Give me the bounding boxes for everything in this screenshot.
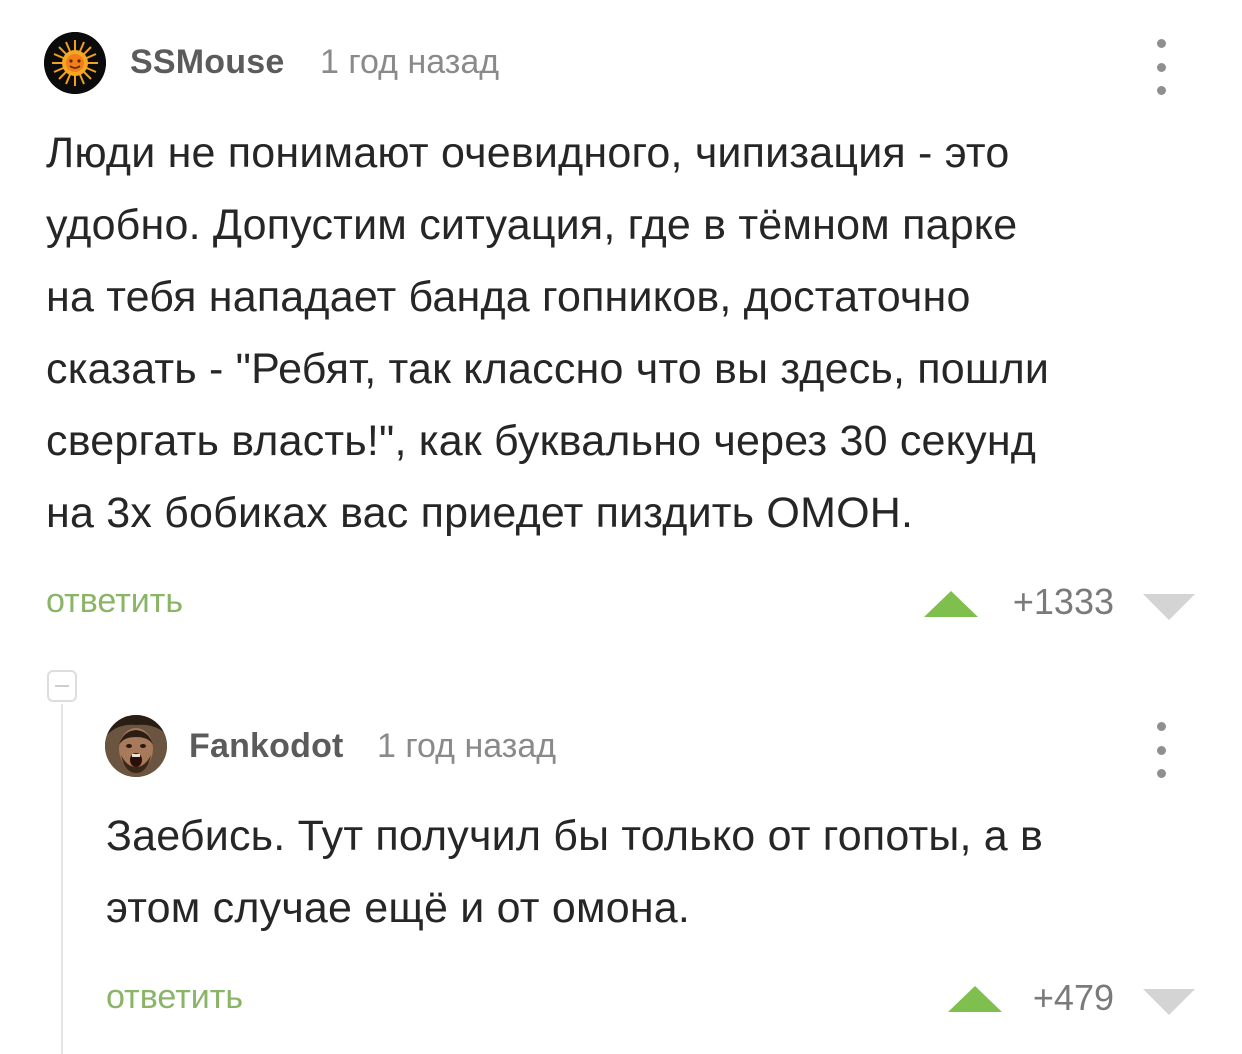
comment-line: Люди не понимают очевидного, чипизация -… (46, 129, 1010, 177)
sun-avatar-icon (44, 32, 106, 94)
upvote-icon[interactable] (946, 984, 1004, 1014)
reply-button[interactable]: ответить (46, 582, 183, 621)
comment-line: удобно. Допустим ситуация, где в тёмном … (46, 201, 1018, 249)
comment-author[interactable]: Fankodot (189, 727, 344, 766)
upvote-icon[interactable] (922, 589, 980, 619)
kebab-menu-icon[interactable] (1151, 722, 1171, 778)
avatar[interactable] (44, 32, 106, 94)
thread-line (61, 704, 63, 1054)
downvote-icon[interactable] (1141, 592, 1197, 622)
reply-button[interactable]: ответить (106, 978, 243, 1017)
collapse-thread-icon[interactable] (47, 670, 77, 702)
comment-score: +479 (1032, 977, 1114, 1018)
comment-author[interactable]: SSMouse (130, 43, 284, 82)
avatar[interactable] (105, 715, 167, 777)
comment-score: +1333 (1012, 581, 1114, 622)
comment-line: этом случае ещё и от омона. (106, 884, 691, 932)
comment-line: Заебись. Тут получил бы только от гопоты… (106, 812, 1044, 860)
kebab-menu-icon[interactable] (1151, 39, 1171, 95)
comment-timestamp: 1 год назад (377, 727, 557, 765)
comment-line: на 3х бобиках вас приедет пиздить ОМОН. (46, 489, 914, 537)
comment-body: Заебись. Тут получил бы только от гопоты… (106, 800, 1206, 944)
comment-body: Люди не понимают очевидного, чипизация -… (46, 117, 1206, 549)
comment-line: на тебя нападает банда гопников, достато… (46, 273, 971, 321)
warrior-face-avatar-icon (105, 715, 167, 777)
comment-timestamp: 1 год назад (320, 43, 500, 81)
comment-line: сказать - "Ребят, так классно что вы зде… (46, 345, 1050, 393)
comment-line: свергать власть!", как буквально через 3… (46, 417, 1037, 465)
downvote-icon[interactable] (1141, 987, 1197, 1017)
